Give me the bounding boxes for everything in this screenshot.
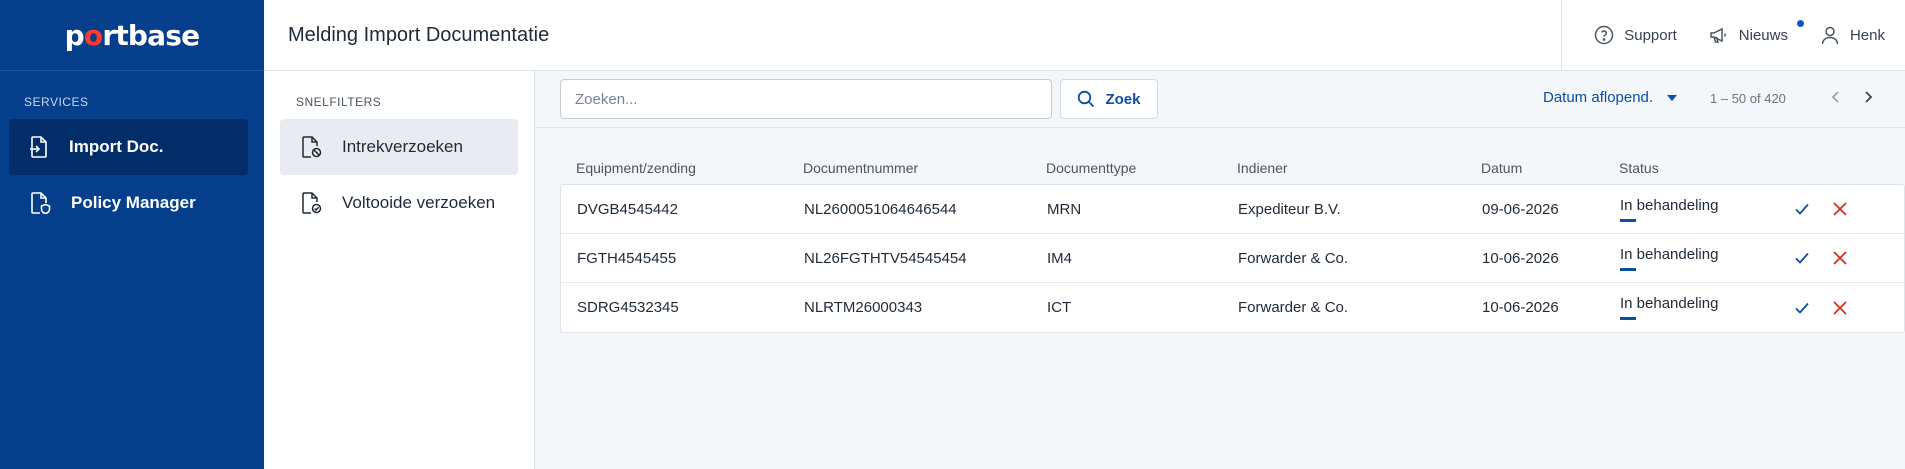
user-menu[interactable]: Henk (1820, 25, 1885, 45)
row-actions (1794, 300, 1870, 316)
approve-button[interactable] (1794, 300, 1810, 316)
support-link[interactable]: Support (1594, 25, 1677, 45)
user-icon (1821, 26, 1839, 45)
portbase-logo[interactable]: portbase (0, 0, 264, 71)
document-cancel-icon (302, 136, 322, 158)
notification-dot (1796, 20, 1804, 27)
toolbar: Zoek Datum aflopend. 1 – 50 of 420 (535, 71, 1905, 128)
check-icon (1795, 302, 1809, 314)
column-header[interactable]: Indiener (1237, 160, 1481, 176)
check-icon (1795, 252, 1809, 264)
search-input[interactable] (560, 79, 1052, 119)
cell-date: 10-06-2026 (1482, 299, 1559, 316)
document-check-icon (302, 192, 322, 214)
cell-document-number: NLRTM26000343 (804, 299, 923, 316)
filter-item-label: Voltooide verzoeken (342, 193, 496, 212)
search-icon (1078, 90, 1095, 108)
sort-label: Datum aflopend. (1543, 89, 1654, 106)
previous-page-button[interactable] (1826, 87, 1846, 112)
news-link[interactable]: Nieuws (1709, 20, 1804, 45)
sidebar: portbase SERVICES Import Doc. Policy Man… (0, 0, 264, 469)
row-actions (1794, 201, 1870, 217)
status-badge: In behandeling (1620, 295, 1718, 320)
sidebar-item-label: Policy Manager (71, 193, 196, 212)
filter-item-label: Intrekverzoeken (342, 137, 463, 156)
quick-filters-panel: SNELFILTERS Intrekverzoeken Voltooide ve… (264, 71, 535, 469)
cell-submitter: Forwarder & Co. (1238, 249, 1349, 267)
logo-text: portbase (64, 18, 200, 52)
column-header[interactable]: Equipment/zending (560, 160, 803, 176)
close-icon (1833, 202, 1847, 216)
quick-filter-list: Intrekverzoeken Voltooide verzoeken (264, 119, 534, 231)
column-header[interactable]: Documentnummer (803, 160, 1046, 176)
cell-submitter: Expediteur B.V. (1238, 200, 1341, 218)
cell-document-type: IM4 (1047, 249, 1073, 267)
status-badge: In behandeling (1620, 246, 1718, 271)
top-header: Melding Import Documentatie Support Nieu… (264, 0, 1905, 71)
help-circle-icon (1594, 25, 1614, 45)
sidebar-item-import-doc[interactable]: Import Doc. (9, 119, 248, 175)
sidebar-item-label: Import Doc. (69, 137, 164, 156)
table-body: DVGB4545442 NL2600051064646544 MRN Exped… (560, 184, 1905, 333)
services-section-label: SERVICES (24, 95, 89, 109)
chevron-right-icon (1865, 91, 1873, 103)
support-label: Support (1624, 26, 1677, 44)
megaphone-icon (1710, 27, 1726, 43)
sidebar-item-policy-manager[interactable]: Policy Manager (9, 175, 248, 231)
table-header: Equipment/zending Documentnummer Documen… (560, 151, 1905, 184)
page-title: Melding Import Documentatie (288, 23, 550, 46)
search-button-label: Zoek (1105, 90, 1141, 108)
column-header[interactable]: Status (1619, 160, 1769, 176)
column-header[interactable]: Documenttype (1046, 160, 1237, 176)
table-row[interactable]: FGTH4545455 NL26FGTHTV54545454 IM4 Forwa… (561, 234, 1904, 283)
approve-button[interactable] (1794, 201, 1810, 217)
table-row[interactable]: SDRG4532345 NLRTM26000343 ICT Forwarder … (561, 283, 1904, 332)
quick-filters-label: SNELFILTERS (296, 95, 382, 109)
reject-button[interactable] (1832, 250, 1848, 266)
cell-date: 10-06-2026 (1482, 249, 1559, 267)
policy-shield-icon (31, 192, 51, 214)
pagination-range: 1 – 50 of 420 (1710, 91, 1786, 106)
cell-equipment: FGTH4545455 (577, 249, 677, 267)
cell-document-type: MRN (1047, 200, 1082, 218)
cell-document-type: ICT (1047, 299, 1072, 316)
user-label: Henk (1849, 26, 1885, 44)
close-icon (1833, 300, 1847, 315)
filter-item-voltooide-verzoeken[interactable]: Voltooide verzoeken (280, 175, 518, 231)
news-label: Nieuws (1738, 26, 1788, 44)
next-page-button[interactable] (1858, 87, 1878, 112)
check-icon (1795, 203, 1809, 215)
table-row[interactable]: DVGB4545442 NL2600051064646544 MRN Exped… (561, 185, 1904, 234)
search-button[interactable]: Zoek (1060, 79, 1158, 119)
main-content: Zoek Datum aflopend. 1 – 50 of 420 Equip… (535, 71, 1905, 469)
sidebar-nav: Import Doc. Policy Manager (0, 119, 264, 231)
reject-button[interactable] (1832, 300, 1848, 316)
cell-date: 09-06-2026 (1482, 200, 1559, 218)
cell-document-number: NL26FGTHTV54545454 (804, 249, 967, 267)
documents-table: Equipment/zending Documentnummer Documen… (560, 151, 1905, 333)
cell-equipment: DVGB4545442 (577, 200, 678, 218)
status-badge: In behandeling (1620, 197, 1718, 222)
caret-down-icon (1667, 94, 1678, 101)
sort-dropdown[interactable]: Datum aflopend. (1543, 89, 1678, 106)
filter-item-intrekverzoeken[interactable]: Intrekverzoeken (280, 119, 518, 175)
cell-equipment: SDRG4532345 (577, 299, 679, 316)
cell-document-number: NL2600051064646544 (804, 200, 957, 218)
close-icon (1833, 251, 1847, 265)
import-document-icon (30, 136, 47, 158)
header-actions: Support Nieuws Henk (1561, 0, 1905, 71)
column-header[interactable]: Datum (1481, 160, 1619, 176)
reject-button[interactable] (1832, 201, 1848, 217)
cell-submitter: Forwarder & Co. (1238, 299, 1349, 316)
chevron-left-icon (1831, 91, 1839, 103)
approve-button[interactable] (1794, 250, 1810, 266)
row-actions (1794, 250, 1870, 266)
